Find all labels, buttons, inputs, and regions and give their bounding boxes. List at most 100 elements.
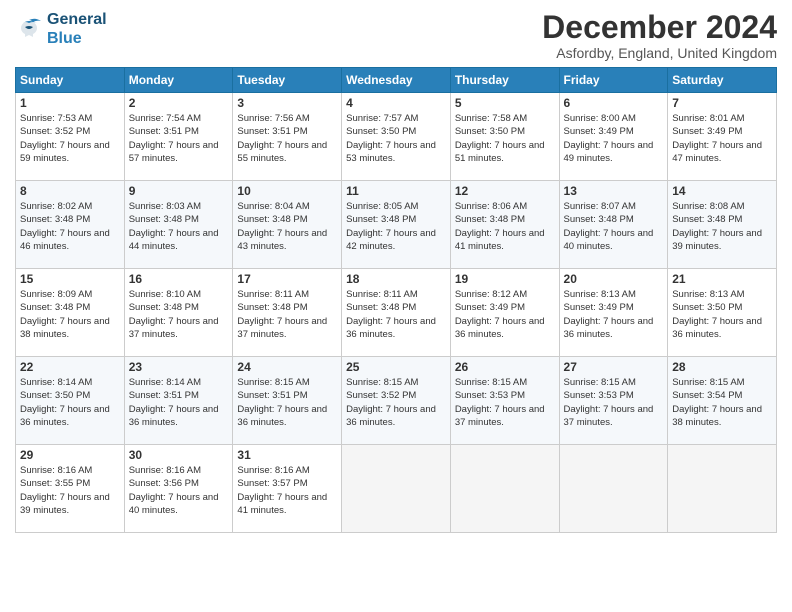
daylight-label: Daylight: 7 hours and 40 minutes. <box>129 492 219 516</box>
day-info: Sunrise: 8:09 AM Sunset: 3:48 PM Dayligh… <box>20 288 120 341</box>
sunset-label: Sunset: 3:53 PM <box>564 390 634 401</box>
table-row: 31 Sunrise: 8:16 AM Sunset: 3:57 PM Dayl… <box>233 445 342 533</box>
sunset-label: Sunset: 3:48 PM <box>346 214 416 225</box>
day-info: Sunrise: 8:15 AM Sunset: 3:54 PM Dayligh… <box>672 376 772 429</box>
daylight-label: Daylight: 7 hours and 36 minutes. <box>237 404 327 428</box>
table-row <box>450 445 559 533</box>
col-tuesday: Tuesday <box>233 68 342 93</box>
day-number: 6 <box>564 96 664 110</box>
logo-icon <box>15 15 43 43</box>
daylight-label: Daylight: 7 hours and 41 minutes. <box>237 492 327 516</box>
daylight-label: Daylight: 7 hours and 39 minutes. <box>20 492 110 516</box>
sunrise-label: Sunrise: 7:57 AM <box>346 113 418 124</box>
day-number: 2 <box>129 96 229 110</box>
sunrise-label: Sunrise: 8:11 AM <box>346 289 418 300</box>
sunset-label: Sunset: 3:49 PM <box>564 126 634 137</box>
sunrise-label: Sunrise: 8:01 AM <box>672 113 744 124</box>
col-saturday: Saturday <box>668 68 777 93</box>
table-row: 17 Sunrise: 8:11 AM Sunset: 3:48 PM Dayl… <box>233 269 342 357</box>
col-monday: Monday <box>124 68 233 93</box>
calendar-week-row: 22 Sunrise: 8:14 AM Sunset: 3:50 PM Dayl… <box>16 357 777 445</box>
sunset-label: Sunset: 3:48 PM <box>129 302 199 313</box>
sunrise-label: Sunrise: 8:07 AM <box>564 201 636 212</box>
sunrise-label: Sunrise: 8:14 AM <box>20 377 92 388</box>
day-number: 12 <box>455 184 555 198</box>
day-info: Sunrise: 7:58 AM Sunset: 3:50 PM Dayligh… <box>455 112 555 165</box>
day-info: Sunrise: 8:14 AM Sunset: 3:50 PM Dayligh… <box>20 376 120 429</box>
sunset-label: Sunset: 3:50 PM <box>672 302 742 313</box>
sunrise-label: Sunrise: 8:12 AM <box>455 289 527 300</box>
sunset-label: Sunset: 3:48 PM <box>672 214 742 225</box>
day-number: 13 <box>564 184 664 198</box>
day-number: 10 <box>237 184 337 198</box>
sunrise-label: Sunrise: 8:06 AM <box>455 201 527 212</box>
calendar-table: Sunday Monday Tuesday Wednesday Thursday… <box>15 67 777 533</box>
sunset-label: Sunset: 3:51 PM <box>237 126 307 137</box>
daylight-label: Daylight: 7 hours and 39 minutes. <box>672 228 762 252</box>
sunrise-label: Sunrise: 8:16 AM <box>20 465 92 476</box>
sunrise-label: Sunrise: 7:54 AM <box>129 113 201 124</box>
day-info: Sunrise: 8:16 AM Sunset: 3:56 PM Dayligh… <box>129 464 229 517</box>
table-row: 10 Sunrise: 8:04 AM Sunset: 3:48 PM Dayl… <box>233 181 342 269</box>
table-row: 7 Sunrise: 8:01 AM Sunset: 3:49 PM Dayli… <box>668 93 777 181</box>
day-info: Sunrise: 8:02 AM Sunset: 3:48 PM Dayligh… <box>20 200 120 253</box>
sunset-label: Sunset: 3:51 PM <box>129 390 199 401</box>
day-info: Sunrise: 8:16 AM Sunset: 3:55 PM Dayligh… <box>20 464 120 517</box>
sunrise-label: Sunrise: 8:14 AM <box>129 377 201 388</box>
daylight-label: Daylight: 7 hours and 40 minutes. <box>564 228 654 252</box>
col-wednesday: Wednesday <box>342 68 451 93</box>
calendar-week-row: 15 Sunrise: 8:09 AM Sunset: 3:48 PM Dayl… <box>16 269 777 357</box>
sunset-label: Sunset: 3:48 PM <box>564 214 634 225</box>
table-row: 16 Sunrise: 8:10 AM Sunset: 3:48 PM Dayl… <box>124 269 233 357</box>
day-number: 25 <box>346 360 446 374</box>
table-row: 18 Sunrise: 8:11 AM Sunset: 3:48 PM Dayl… <box>342 269 451 357</box>
daylight-label: Daylight: 7 hours and 37 minutes. <box>237 316 327 340</box>
day-number: 5 <box>455 96 555 110</box>
sunset-label: Sunset: 3:48 PM <box>237 214 307 225</box>
daylight-label: Daylight: 7 hours and 46 minutes. <box>20 228 110 252</box>
table-row: 3 Sunrise: 7:56 AM Sunset: 3:51 PM Dayli… <box>233 93 342 181</box>
day-number: 11 <box>346 184 446 198</box>
table-row: 11 Sunrise: 8:05 AM Sunset: 3:48 PM Dayl… <box>342 181 451 269</box>
day-info: Sunrise: 8:14 AM Sunset: 3:51 PM Dayligh… <box>129 376 229 429</box>
daylight-label: Daylight: 7 hours and 41 minutes. <box>455 228 545 252</box>
day-number: 16 <box>129 272 229 286</box>
logo: General Blue <box>15 10 107 48</box>
col-sunday: Sunday <box>16 68 125 93</box>
table-row: 30 Sunrise: 8:16 AM Sunset: 3:56 PM Dayl… <box>124 445 233 533</box>
day-info: Sunrise: 7:57 AM Sunset: 3:50 PM Dayligh… <box>346 112 446 165</box>
daylight-label: Daylight: 7 hours and 38 minutes. <box>20 316 110 340</box>
sunrise-label: Sunrise: 8:02 AM <box>20 201 92 212</box>
daylight-label: Daylight: 7 hours and 36 minutes. <box>346 404 436 428</box>
col-friday: Friday <box>559 68 668 93</box>
day-number: 22 <box>20 360 120 374</box>
daylight-label: Daylight: 7 hours and 44 minutes. <box>129 228 219 252</box>
sunrise-label: Sunrise: 8:03 AM <box>129 201 201 212</box>
table-row: 22 Sunrise: 8:14 AM Sunset: 3:50 PM Dayl… <box>16 357 125 445</box>
sunrise-label: Sunrise: 8:15 AM <box>237 377 309 388</box>
sunrise-label: Sunrise: 8:16 AM <box>129 465 201 476</box>
sunset-label: Sunset: 3:48 PM <box>346 302 416 313</box>
day-number: 14 <box>672 184 772 198</box>
table-row: 9 Sunrise: 8:03 AM Sunset: 3:48 PM Dayli… <box>124 181 233 269</box>
daylight-label: Daylight: 7 hours and 43 minutes. <box>237 228 327 252</box>
day-info: Sunrise: 8:00 AM Sunset: 3:49 PM Dayligh… <box>564 112 664 165</box>
col-thursday: Thursday <box>450 68 559 93</box>
daylight-label: Daylight: 7 hours and 55 minutes. <box>237 140 327 164</box>
daylight-label: Daylight: 7 hours and 37 minutes. <box>455 404 545 428</box>
table-row: 25 Sunrise: 8:15 AM Sunset: 3:52 PM Dayl… <box>342 357 451 445</box>
day-info: Sunrise: 8:11 AM Sunset: 3:48 PM Dayligh… <box>237 288 337 341</box>
sunset-label: Sunset: 3:53 PM <box>455 390 525 401</box>
day-info: Sunrise: 8:10 AM Sunset: 3:48 PM Dayligh… <box>129 288 229 341</box>
daylight-label: Daylight: 7 hours and 53 minutes. <box>346 140 436 164</box>
day-number: 3 <box>237 96 337 110</box>
day-number: 28 <box>672 360 772 374</box>
sunset-label: Sunset: 3:49 PM <box>672 126 742 137</box>
daylight-label: Daylight: 7 hours and 59 minutes. <box>20 140 110 164</box>
day-info: Sunrise: 8:12 AM Sunset: 3:49 PM Dayligh… <box>455 288 555 341</box>
day-info: Sunrise: 8:15 AM Sunset: 3:53 PM Dayligh… <box>455 376 555 429</box>
table-row: 23 Sunrise: 8:14 AM Sunset: 3:51 PM Dayl… <box>124 357 233 445</box>
day-number: 4 <box>346 96 446 110</box>
day-info: Sunrise: 8:13 AM Sunset: 3:50 PM Dayligh… <box>672 288 772 341</box>
table-row: 13 Sunrise: 8:07 AM Sunset: 3:48 PM Dayl… <box>559 181 668 269</box>
